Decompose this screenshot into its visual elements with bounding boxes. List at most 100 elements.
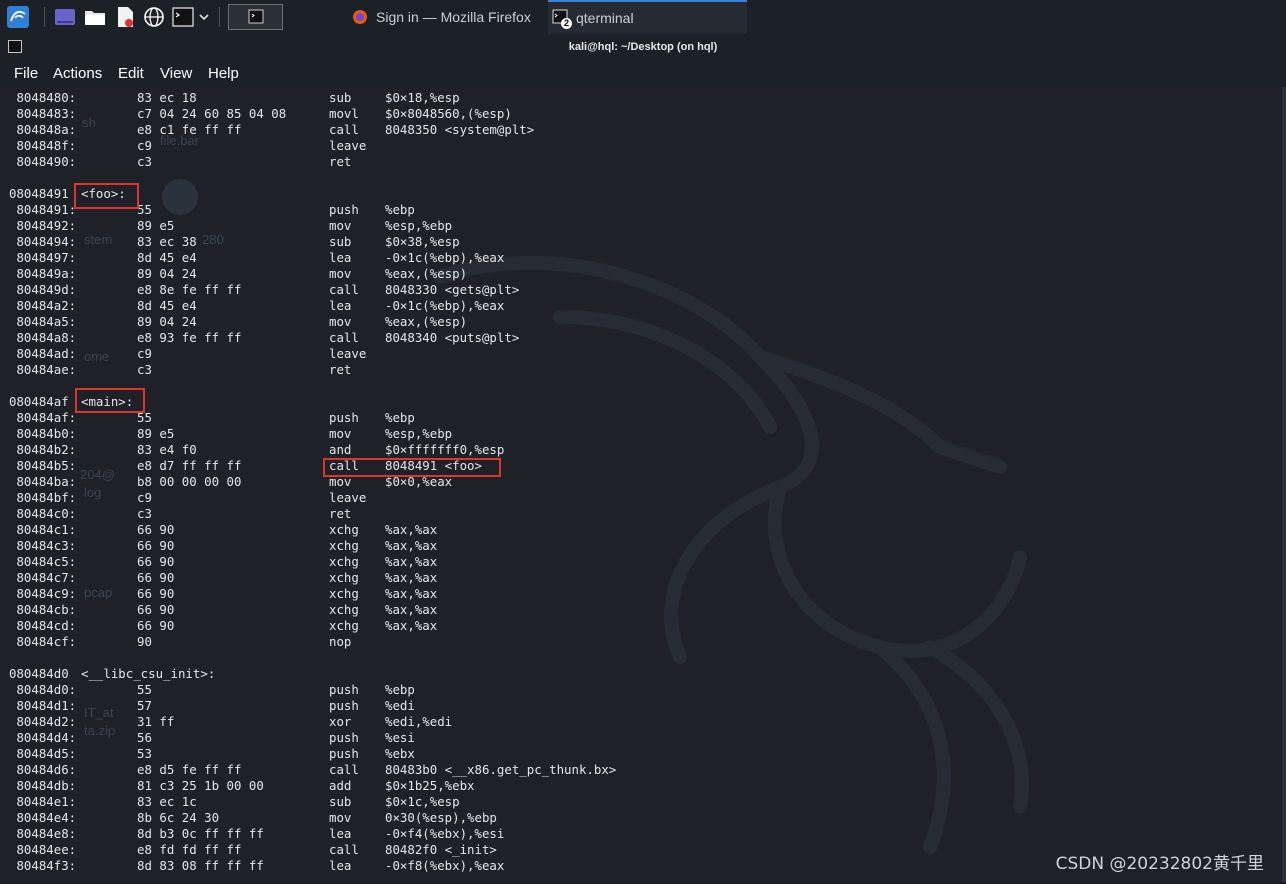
show-desktop-button[interactable] [228, 4, 283, 30]
instruction-bytes: 83 e4 f0 [137, 442, 197, 457]
instruction-mnemonic: push [329, 682, 359, 697]
instruction-line: 80484b0: 89 e5 mov %esp,%ebp [0, 426, 1280, 442]
instruction-address: 8048490: [9, 154, 77, 169]
instruction-mnemonic: mov [329, 218, 352, 233]
instruction-mnemonic: xchg [329, 618, 359, 633]
instruction-bytes: 83 ec 1c [137, 794, 197, 809]
instruction-line: 80484bf: c9 leave [0, 490, 1280, 506]
terminal-launcher-icon[interactable] [171, 5, 195, 29]
instruction-mnemonic: call [329, 762, 359, 777]
instruction-line: 804849a: 89 04 24 mov %eax,(%esp) [0, 266, 1280, 282]
instruction-bytes: b8 00 00 00 00 [137, 474, 242, 489]
instruction-line: 80484c5: 66 90 xchg %ax,%ax [0, 554, 1280, 570]
instruction-address: 80484ad: [9, 346, 77, 361]
instruction-line: 80484d6: e8 d5 fe ff ff call 80483b0 <__x86… [0, 762, 1280, 778]
instruction-mnemonic: call [329, 330, 359, 345]
instruction-bytes: e8 d5 fe ff ff [137, 762, 242, 777]
instruction-mnemonic: xor [329, 714, 352, 729]
instruction-bytes: c7 04 24 60 85 04 08 [137, 106, 287, 121]
instruction-line: 8048491: 55 push %ebp [0, 202, 1280, 218]
instruction-address: 804849d: [9, 282, 77, 297]
instruction-operands: 0×30(%esp),%ebp [385, 810, 497, 825]
instruction-bytes: 81 c3 25 1b 00 00 [137, 778, 264, 793]
instruction-address: 80484cb: [9, 602, 77, 617]
instruction-bytes: 89 04 24 [137, 314, 197, 329]
instruction-line: 8048483: c7 04 24 60 85 04 08 movl $0×80485… [0, 106, 1280, 122]
instruction-bytes: 89 04 24 [137, 266, 197, 281]
instruction-line: 8048480: 83 ec 18 sub $0×18,%esp [0, 90, 1280, 106]
instruction-mnemonic: xchg [329, 522, 359, 537]
instruction-mnemonic: push [329, 410, 359, 425]
instruction-address: 80484f3: [9, 858, 77, 873]
instruction-operands: $0×8048560,(%esp) [385, 106, 512, 121]
instruction-line: 804848f: c9 leave [0, 138, 1280, 154]
instruction-address: 80484a2: [9, 298, 77, 313]
instruction-bytes: 66 90 [137, 522, 175, 537]
instruction-line: 80484d2: 31 ff xor %edi,%edi [0, 714, 1280, 730]
function-address: 080484af [9, 394, 69, 409]
instruction-bytes: e8 c1 fe ff ff [137, 122, 242, 137]
instruction-mnemonic: leave [329, 346, 367, 361]
instruction-mnemonic: mov [329, 314, 352, 329]
instruction-operands: %esp,%ebp [385, 426, 453, 441]
instruction-line: 8048490: c3 ret [0, 154, 1280, 170]
instruction-line: 80484ad: c9 leave [0, 346, 1280, 362]
file-manager-icon[interactable] [83, 5, 107, 29]
workspace-icon[interactable] [53, 5, 77, 29]
task-qterminal[interactable]: 2 qterminal [548, 0, 747, 34]
instruction-address: 80484b5: [9, 458, 77, 473]
function-label: <__libc_csu_init>: [81, 666, 216, 681]
instruction-operands: 80483b0 <__x86.get_pc_thunk.bx> [385, 762, 617, 777]
instruction-bytes: 57 [137, 698, 152, 713]
menu-view[interactable]: View [160, 65, 192, 82]
instruction-mnemonic: movl [329, 106, 359, 121]
instruction-address: 804848f: [9, 138, 77, 153]
instruction-mnemonic: mov [329, 810, 352, 825]
instruction-mnemonic: push [329, 698, 359, 713]
text-editor-icon[interactable] [113, 5, 137, 29]
menu-actions[interactable]: Actions [53, 65, 102, 82]
instruction-line: 80484c9: 66 90 xchg %ax,%ax [0, 586, 1280, 602]
terminal-output[interactable]: sh file.bar stem 280 ome 204@ log pcap I… [0, 87, 1286, 882]
menu-help[interactable]: Help [208, 65, 239, 82]
instruction-mnemonic: nop [329, 634, 352, 649]
instruction-address: 80484a8: [9, 330, 77, 345]
instruction-bytes: 8d 83 08 ff ff ff [137, 858, 264, 873]
instruction-operands: %eax,(%esp) [385, 314, 468, 329]
instruction-bytes: e8 fd fd ff ff [137, 842, 242, 857]
instruction-bytes: 66 90 [137, 586, 175, 601]
instruction-line: 8048494: 83 ec 38 sub $0×38,%esp [0, 234, 1280, 250]
instruction-mnemonic: ret [329, 154, 352, 169]
instruction-bytes: 90 [137, 634, 152, 649]
instruction-address: 80484d4: [9, 730, 77, 745]
instruction-mnemonic: mov [329, 426, 352, 441]
instruction-mnemonic: push [329, 202, 359, 217]
instruction-address: 80484ae: [9, 362, 77, 377]
instruction-operands: %ax,%ax [385, 570, 438, 585]
instruction-operands: $0×1c,%esp [385, 794, 460, 809]
instruction-mnemonic: leave [329, 138, 367, 153]
menu-file[interactable]: File [14, 65, 38, 82]
instruction-bytes: 83 ec 38 [137, 234, 197, 249]
instruction-mnemonic: add [329, 778, 352, 793]
instruction-operands: %ebp [385, 410, 415, 425]
highlight-call-foo [323, 458, 501, 477]
instruction-line: 80484e4: 8b 6c 24 30 mov 0×30(%esp),%ebp [0, 810, 1280, 826]
window-title-bar[interactable]: kali@hql: ~/Desktop (on hql) [0, 34, 1286, 61]
kali-menu-icon[interactable] [6, 5, 30, 29]
instruction-bytes: c3 [137, 154, 152, 169]
instruction-address: 80484af: [9, 410, 77, 425]
instruction-address: 80484ee: [9, 842, 77, 857]
chevron-down-icon[interactable] [196, 5, 212, 29]
instruction-mnemonic: lea [329, 298, 352, 313]
task-firefox[interactable]: Sign in — Mozilla Firefox [340, 0, 548, 34]
instruction-mnemonic: ret [329, 362, 352, 377]
instruction-bytes: c9 [137, 138, 152, 153]
browser-globe-icon[interactable] [142, 5, 166, 29]
instruction-line: 80484d5: 53 push %ebx [0, 746, 1280, 762]
instruction-bytes: 8d 45 e4 [137, 298, 197, 313]
instruction-mnemonic: xchg [329, 586, 359, 601]
menu-edit[interactable]: Edit [118, 65, 144, 82]
instruction-operands: %ax,%ax [385, 554, 438, 569]
